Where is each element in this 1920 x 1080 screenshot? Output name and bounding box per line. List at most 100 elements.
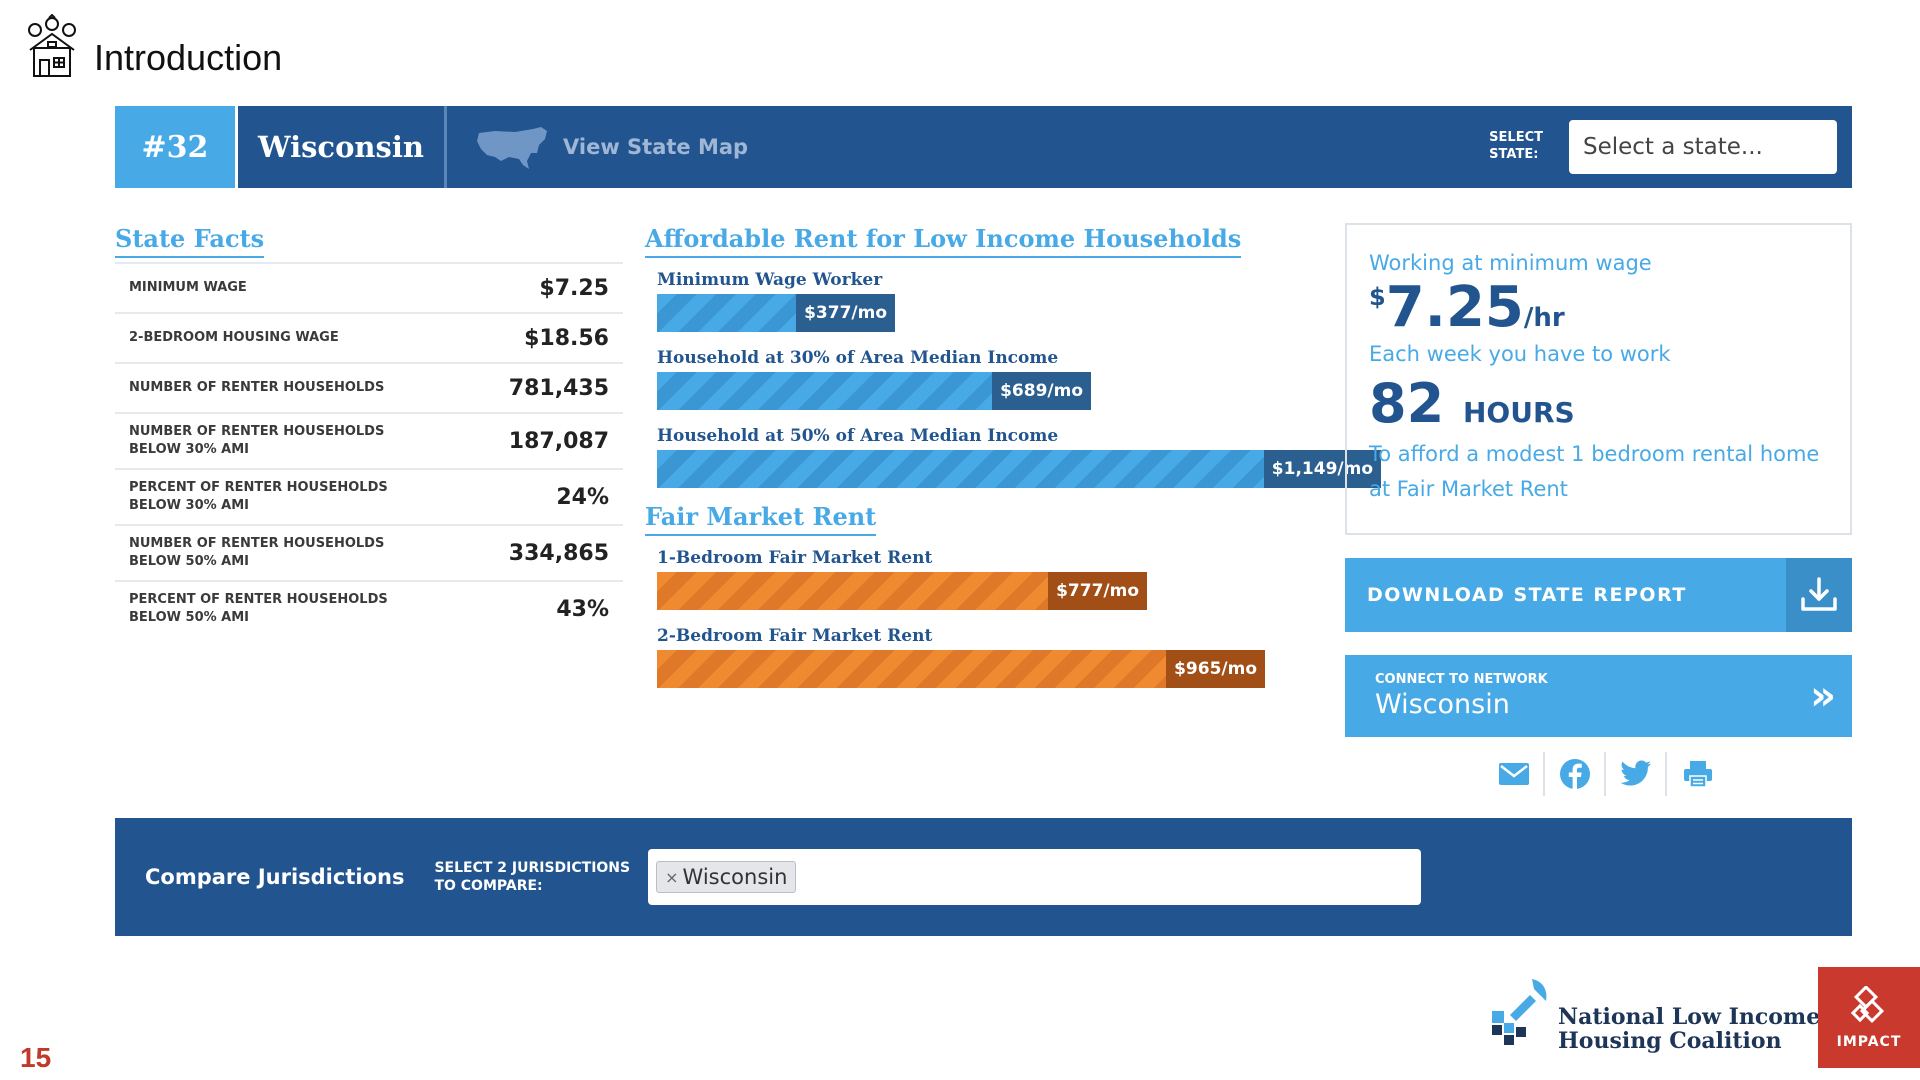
- state-fact-label: PERCENT OF RENTER HOUSEHOLDS BELOW 30% A…: [129, 479, 388, 513]
- facebook-share-button[interactable]: [1545, 752, 1606, 796]
- jurisdiction-chip: × Wisconsin: [656, 861, 797, 893]
- state-fact-label: NUMBER OF RENTER HOUSEHOLDS BELOW 50% AM…: [129, 535, 385, 569]
- minimum-wage-card: Working at minimum wage $7.25/hr Each we…: [1345, 223, 1852, 535]
- share-icons-row: [1484, 752, 1728, 796]
- state-fact-value: $18.56: [524, 325, 609, 351]
- affordable-rent-bars: Minimum Wage Worker $377/mo Household at 3…: [645, 270, 1381, 488]
- house-family-icon: [28, 14, 76, 77]
- wage-card-line4: at Fair Market Rent: [1369, 476, 1568, 501]
- compare-jurisdictions-bar: Compare Jurisdictions SELECT 2 JURISDICT…: [115, 818, 1852, 936]
- page-number: 15: [20, 1042, 52, 1073]
- impact-diamond-icon: [1850, 985, 1885, 1023]
- affordable-rent-bar: $1,149/mo: [657, 450, 1381, 488]
- affordable-rent-group: Household at 30% of Area Median Income $6…: [645, 348, 1325, 410]
- nlihc-name-line1: National Low Income: [1558, 1003, 1821, 1030]
- affordable-rent-panel: Affordable Rent for Low Income Household…: [645, 224, 1381, 688]
- state-fact-value: 43%: [556, 596, 609, 622]
- state-fact-label: PERCENT OF RENTER HOUSEHOLDS BELOW 50% A…: [129, 591, 388, 625]
- state-fact-label: NUMBER OF RENTER HOUSEHOLDS: [129, 379, 385, 395]
- download-icon-box: [1786, 558, 1852, 632]
- affordable-rent-label: Household at 50% of Area Median Income: [657, 426, 1059, 446]
- fair-market-rent-bars: 1-Bedroom Fair Market Rent $777/mo 2-Bedro…: [645, 548, 1325, 688]
- state-fact-row: PERCENT OF RENTER HOUSEHOLDS BELOW 50% A…: [115, 580, 623, 636]
- fair-market-rent-value-tag: $777/mo: [1048, 572, 1147, 610]
- affordable-rent-label: Household at 30% of Area Median Income: [657, 348, 1059, 368]
- state-fact-value: 187,087: [508, 428, 609, 454]
- fair-market-rent-value-tag: $965/mo: [1166, 650, 1265, 688]
- state-fact-row: 2-BEDROOM HOUSING WAGE $18.56: [115, 312, 623, 362]
- state-fact-value: 781,435: [508, 375, 609, 401]
- twitter-icon: [1619, 760, 1651, 786]
- state-fact-value: 334,865: [508, 540, 609, 566]
- affordable-rent-value-tag: $689/mo: [992, 372, 1091, 410]
- state-fact-value: 24%: [556, 484, 609, 510]
- connect-to-network-state: Wisconsin: [1375, 689, 1510, 720]
- fair-market-rent-label: 1-Bedroom Fair Market Rent: [657, 548, 933, 568]
- email-share-button[interactable]: [1484, 752, 1545, 796]
- chip-remove-button[interactable]: ×: [665, 868, 678, 887]
- jurisdiction-chip-label: Wisconsin: [682, 865, 788, 889]
- compare-jurisdictions-input[interactable]: × Wisconsin: [648, 849, 1422, 905]
- connect-to-network-text: CONNECT TO NETWORK Wisconsin: [1375, 672, 1548, 720]
- hours-required: 82 HOURS: [1369, 374, 1828, 433]
- print-icon: [1683, 761, 1712, 788]
- email-icon: [1498, 763, 1529, 785]
- affordable-rent-label: Minimum Wage Worker: [657, 270, 883, 290]
- nlihc-logo: National Low Income Housing Coalition: [1490, 975, 1820, 1053]
- state-fact-row: NUMBER OF RENTER HOUSEHOLDS BELOW 50% AM…: [115, 524, 623, 580]
- compare-select-label: SELECT 2 JURISDICTIONS TO COMPARE:: [434, 859, 630, 895]
- state-facts-panel: State Facts MINIMUM WAGE $7.25 2-BEDROOM H…: [115, 224, 623, 636]
- state-fact-row: MINIMUM WAGE $7.25: [115, 262, 623, 312]
- state-fact-label: MINIMUM WAGE: [129, 279, 247, 295]
- select-state-label: SELECT STATE:: [1489, 130, 1543, 164]
- view-state-map-link[interactable]: View State Map: [475, 123, 748, 171]
- wage-currency: $: [1369, 283, 1386, 311]
- state-fact-row: NUMBER OF RENTER HOUSEHOLDS BELOW 30% AM…: [115, 412, 623, 468]
- hours-unit: HOURS: [1462, 395, 1575, 429]
- fair-market-rent-group: 2-Bedroom Fair Market Rent $965/mo: [645, 626, 1325, 688]
- wage-unit: /hr: [1523, 303, 1565, 333]
- nlihc-house-mark-icon: [1492, 979, 1547, 1045]
- nlihc-name: National Low Income Housing Coalition: [1558, 1003, 1821, 1054]
- print-share-button[interactable]: [1667, 752, 1728, 796]
- fair-market-rent-group: 1-Bedroom Fair Market Rent $777/mo: [645, 548, 1325, 610]
- double-chevron-right-icon: »: [1810, 673, 1836, 719]
- affordable-rent-title: Affordable Rent for Low Income Household…: [645, 224, 1242, 258]
- download-state-report-button[interactable]: DOWNLOAD STATE REPORT: [1345, 558, 1852, 632]
- affordable-rent-bar: $689/mo: [657, 372, 1091, 410]
- state-name: Wisconsin: [235, 106, 447, 188]
- slide-title: Introduction: [94, 37, 283, 78]
- facebook-icon: [1559, 759, 1590, 789]
- state-rank: #32: [115, 106, 235, 188]
- connect-to-network-button[interactable]: CONNECT TO NETWORK Wisconsin »: [1345, 655, 1852, 737]
- download-icon: [1801, 577, 1837, 611]
- fair-market-rent-bar: $965/mo: [657, 650, 1265, 688]
- connect-to-network-label: CONNECT TO NETWORK: [1375, 672, 1548, 687]
- state-fact-label: NUMBER OF RENTER HOUSEHOLDS BELOW 30% AM…: [129, 423, 385, 457]
- fair-market-rent-label: 2-Bedroom Fair Market Rent: [657, 626, 933, 646]
- compare-select-label-line2: TO COMPARE:: [434, 878, 543, 894]
- state-facts-title: State Facts: [115, 224, 265, 258]
- slide-header: Introduction: [24, 14, 282, 80]
- compare-select-label-line1: SELECT 2 JURISDICTIONS: [434, 859, 631, 876]
- wage-card-line3: To afford a modest 1 bedroom rental home: [1369, 442, 1820, 467]
- view-state-map-label: View State Map: [563, 135, 749, 159]
- wage-card-line1: Working at minimum wage: [1369, 251, 1652, 275]
- select-state-label-line1: SELECT: [1489, 130, 1543, 146]
- twitter-share-button[interactable]: [1606, 752, 1667, 796]
- state-fact-label: 2-BEDROOM HOUSING WAGE: [129, 329, 339, 345]
- state-fact-row: NUMBER OF RENTER HOUSEHOLDS 781,435: [115, 362, 623, 412]
- fair-market-rent-title: Fair Market Rent: [645, 502, 877, 536]
- affordable-rent-value-tag: $377/mo: [796, 294, 895, 332]
- wage-value: 7.25: [1385, 275, 1524, 340]
- wage-amount: $7.25/hr: [1369, 278, 1828, 338]
- state-fact-row: PERCENT OF RENTER HOUSEHOLDS BELOW 30% A…: [115, 468, 623, 524]
- impact-logo: IMPACT: [1818, 967, 1920, 1068]
- state-select-input[interactable]: Select a state...: [1569, 120, 1837, 174]
- nlihc-name-line2: Housing Coalition: [1558, 1027, 1782, 1054]
- state-fact-value: $7.25: [539, 275, 609, 301]
- affordable-rent-bar: $377/mo: [657, 294, 895, 332]
- state-facts-table: MINIMUM WAGE $7.25 2-BEDROOM HOUSING WAGE $…: [115, 262, 623, 636]
- fair-market-rent-bar: $777/mo: [657, 572, 1147, 610]
- us-map-icon: [477, 127, 547, 169]
